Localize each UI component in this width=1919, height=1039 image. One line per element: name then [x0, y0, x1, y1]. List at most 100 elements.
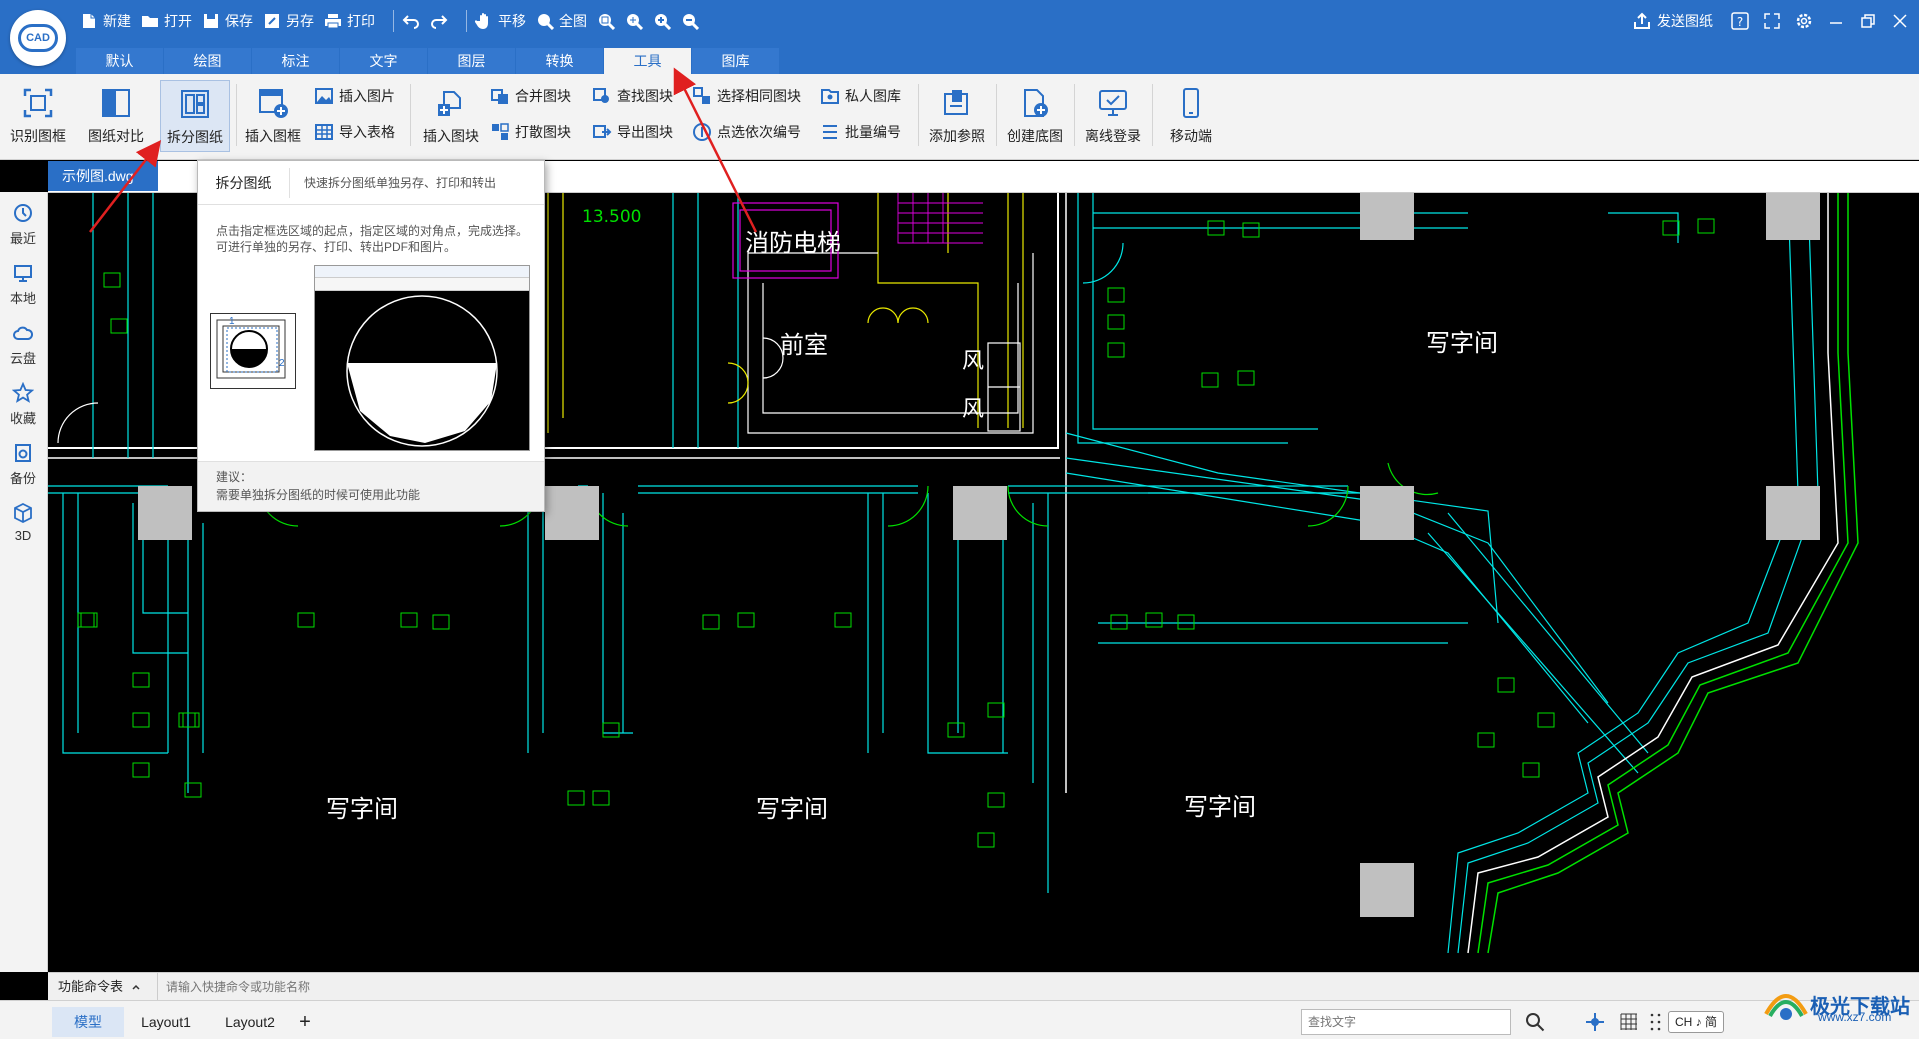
new-button[interactable]: 新建: [80, 11, 131, 31]
compare-button[interactable]: 图纸对比: [82, 80, 150, 152]
redo-icon[interactable]: [430, 12, 448, 30]
explode-block-button[interactable]: 打散图块: [490, 120, 571, 144]
insert-block-button[interactable]: 插入图块: [418, 80, 484, 152]
tab-tools[interactable]: 工具: [604, 48, 691, 74]
command-input[interactable]: [166, 979, 666, 994]
sidebar-item-recent[interactable]: 最近: [0, 202, 46, 254]
recognize-frame-button[interactable]: 识别图框: [4, 80, 72, 152]
tab-text[interactable]: 文字: [340, 48, 427, 74]
folder-icon: [141, 12, 159, 30]
insert-block-icon: [438, 91, 461, 116]
sidebar-item-cloud[interactable]: 云盘: [0, 322, 46, 374]
zoom-window-icon[interactable]: [597, 12, 615, 30]
merge-block-button[interactable]: 合并图块: [490, 84, 571, 108]
document-tab[interactable]: 示例图.dwg: [48, 161, 158, 191]
add-layout-button[interactable]: +: [290, 1007, 320, 1037]
print-button[interactable]: 打印: [324, 11, 375, 31]
share-icon: [1631, 10, 1653, 32]
ribbon-divider: [236, 84, 237, 146]
minimize-icon[interactable]: [1825, 10, 1847, 32]
help-icon[interactable]: ?: [1729, 10, 1751, 32]
command-bar: 功能命令表: [48, 972, 1919, 1001]
tab-annotate[interactable]: 标注: [252, 48, 339, 74]
save-as-button[interactable]: 另存: [263, 11, 314, 31]
sidebar-item-favorites[interactable]: 收藏: [0, 382, 46, 434]
open-button[interactable]: 打开: [141, 11, 192, 31]
tab-library[interactable]: 图库: [692, 48, 779, 74]
svg-text:?: ?: [1737, 15, 1743, 29]
zoom-in-icon[interactable]: [653, 12, 671, 30]
command-table-toggle[interactable]: 功能命令表: [48, 972, 158, 1001]
title-bar: CAD 新建 打开 保存 另存 打印 平移 全图 默认 绘图 标注 文字 图层 …: [0, 0, 1919, 74]
close-icon[interactable]: [1889, 10, 1911, 32]
tab-draw[interactable]: 绘图: [164, 48, 251, 74]
import-table-button[interactable]: 导入表格: [314, 120, 395, 144]
sequential-number-button[interactable]: 点选依次编号: [692, 120, 801, 144]
ribbon-tabs: 默认 绘图 标注 文字 图层 转换 工具 图库: [76, 48, 780, 74]
clock-icon: [14, 204, 32, 222]
backup-icon: [15, 444, 31, 462]
tab-layout2[interactable]: Layout2: [208, 1007, 292, 1037]
select-same-block-button[interactable]: 选择相同图块: [692, 84, 801, 108]
batch-number-button[interactable]: 批量编号: [820, 120, 901, 144]
toolbar-divider: [393, 10, 394, 32]
scan-frame-icon: [23, 88, 53, 118]
tab-default[interactable]: 默认: [76, 48, 163, 74]
select-same-icon: [693, 87, 710, 104]
save-icon: [202, 12, 220, 30]
mobile-button[interactable]: 移动端: [1156, 80, 1226, 152]
export-block-button[interactable]: 导出图块: [592, 120, 673, 144]
pan-button[interactable]: 平移: [475, 11, 526, 31]
zoom-out-icon[interactable]: [681, 12, 699, 30]
tab-layout1[interactable]: Layout1: [124, 1007, 208, 1037]
image-icon: [315, 88, 333, 104]
tab-layer[interactable]: 图层: [428, 48, 515, 74]
ribbon-divider: [996, 84, 997, 146]
sidebar-item-local[interactable]: 本地: [0, 262, 46, 314]
sidebar-item-3d[interactable]: 3D: [0, 502, 46, 554]
zoom-realtime-icon[interactable]: [625, 12, 643, 30]
printer-icon: [324, 12, 342, 30]
save-as-icon: [263, 12, 281, 30]
compare-icon: [102, 89, 130, 117]
insert-frame-button[interactable]: 插入图框: [240, 80, 306, 152]
search-icon[interactable]: [1524, 1011, 1546, 1033]
grid-icon[interactable]: [1618, 1011, 1640, 1033]
offline-login-button[interactable]: 离线登录: [1078, 80, 1148, 152]
merge-icon: [491, 89, 508, 104]
input-method-indicator[interactable]: CH ♪ 简: [1668, 1011, 1725, 1033]
tooltip-suggestion-text: 需要单独拆分图纸的时候可使用此功能: [216, 488, 421, 502]
tab-model[interactable]: 模型: [52, 1007, 124, 1037]
split-drawing-button[interactable]: 拆分图纸: [160, 80, 230, 152]
restore-icon[interactable]: [1857, 10, 1879, 32]
toolbar-divider: [466, 10, 467, 32]
insert-image-button[interactable]: 插入图片: [314, 84, 395, 108]
find-text-input[interactable]: [1301, 1009, 1511, 1035]
sidebar-item-backup[interactable]: 备份: [0, 442, 46, 494]
dot-grid-icon[interactable]: [1648, 1011, 1670, 1033]
lobby-label: 前室: [780, 331, 828, 359]
wind-shaft-label-1: 风: [962, 349, 985, 374]
add-reference-button[interactable]: 添加参照: [922, 80, 992, 152]
wind-shaft-label-2: 风: [962, 397, 985, 422]
undo-icon[interactable]: [402, 12, 420, 30]
preview-titlebar: [315, 266, 529, 278]
send-drawing-button[interactable]: 发送图纸: [1631, 10, 1713, 32]
ribbon-divider: [1152, 84, 1153, 146]
fullscreen-icon[interactable]: [1761, 10, 1783, 32]
gear-icon[interactable]: [1793, 10, 1815, 32]
snap-icon[interactable]: [1584, 1011, 1606, 1033]
point-label-2: 2: [279, 358, 285, 369]
app-logo[interactable]: CAD: [10, 10, 66, 66]
number-icon: [693, 123, 711, 141]
save-button[interactable]: 保存: [202, 11, 253, 31]
private-library-button[interactable]: 私人图库: [820, 84, 901, 108]
fit-all-button[interactable]: 全图: [536, 11, 587, 31]
table-icon: [315, 124, 333, 140]
monitor-check-icon: [1099, 90, 1127, 116]
zoom-fit-icon: [536, 12, 554, 30]
find-block-button[interactable]: 查找图块: [592, 84, 673, 108]
tab-convert[interactable]: 转换: [516, 48, 603, 74]
tooltip-subtitle: 快速拆分图纸单独另存、打印和转出: [304, 176, 497, 190]
create-base-button[interactable]: 创建底图: [1000, 80, 1070, 152]
